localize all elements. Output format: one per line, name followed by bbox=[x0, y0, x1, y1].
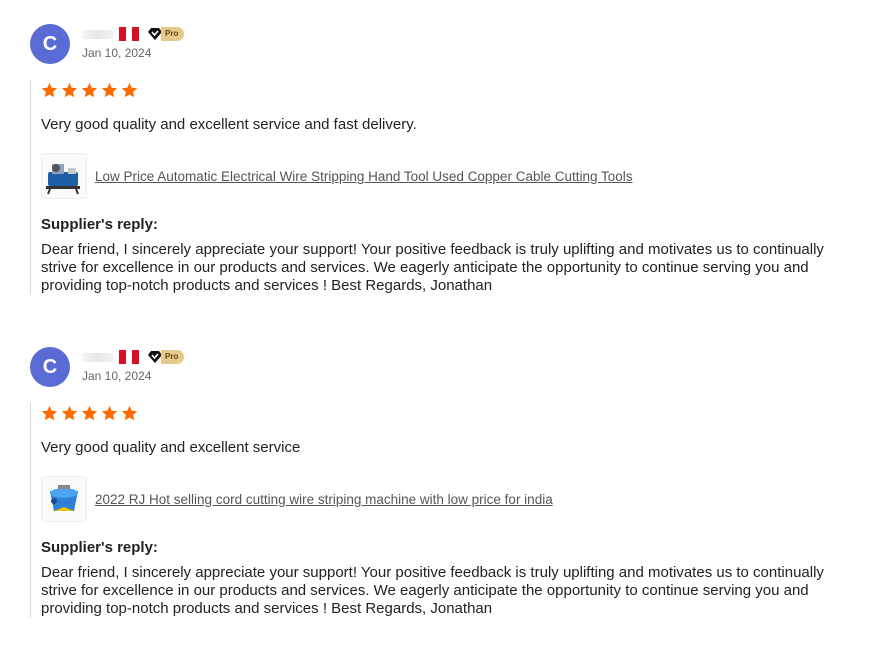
star-icon bbox=[121, 405, 138, 421]
pro-label: Pro bbox=[161, 350, 185, 364]
avatar: C bbox=[30, 24, 70, 64]
review-card: C Pro Jan 10, 2024 Very good quality and… bbox=[0, 0, 895, 323]
star-icon bbox=[101, 405, 118, 421]
supplier-reply-text: Dear friend, I sincerely appreciate your… bbox=[41, 241, 824, 294]
star-rating bbox=[41, 82, 861, 99]
review-body: Very good quality and excellent service … bbox=[30, 403, 861, 618]
star-icon bbox=[81, 82, 98, 98]
pro-label: Pro bbox=[161, 27, 185, 41]
peru-flag-icon bbox=[119, 27, 139, 41]
review-card: C Pro Jan 10, 2024 Very good quality and… bbox=[0, 323, 895, 646]
masked-reviewer-name bbox=[82, 29, 114, 39]
reviewer-name-row: Pro bbox=[82, 26, 185, 42]
supplier-reply-text: Dear friend, I sincerely appreciate your… bbox=[41, 564, 824, 617]
review-date: Jan 10, 2024 bbox=[82, 369, 152, 383]
star-rating bbox=[41, 405, 861, 422]
supplier-reply-title: Supplier's reply: bbox=[41, 539, 158, 556]
star-icon bbox=[121, 82, 138, 98]
star-icon bbox=[41, 405, 58, 421]
star-icon bbox=[81, 405, 98, 421]
supplier-reply: Supplier's reply: Dear friend, I sincere… bbox=[41, 539, 861, 618]
supplier-reply-title: Supplier's reply: bbox=[41, 216, 158, 233]
wire-stripping-machine-icon bbox=[46, 164, 80, 195]
product-title-link[interactable]: 2022 RJ Hot selling cord cutting wire st… bbox=[95, 492, 553, 507]
peru-flag-icon bbox=[119, 350, 139, 364]
star-icon bbox=[61, 405, 78, 421]
star-icon bbox=[41, 82, 58, 98]
product-thumbnail[interactable] bbox=[41, 476, 87, 522]
product-thumbnail[interactable] bbox=[41, 153, 87, 199]
cord-cutting-machine-icon bbox=[50, 485, 78, 511]
reviewer-name-row: Pro bbox=[82, 349, 185, 365]
pro-badge: Pro bbox=[147, 27, 185, 41]
review-text: Very good quality and excellent service … bbox=[41, 116, 417, 133]
review-date: Jan 10, 2024 bbox=[82, 46, 152, 60]
product-link-row[interactable]: 2022 RJ Hot selling cord cutting wire st… bbox=[41, 476, 861, 522]
avatar: C bbox=[30, 347, 70, 387]
product-link-row[interactable]: Low Price Automatic Electrical Wire Stri… bbox=[41, 153, 861, 199]
product-title-link[interactable]: Low Price Automatic Electrical Wire Stri… bbox=[95, 169, 633, 184]
star-icon bbox=[101, 82, 118, 98]
review-body: Very good quality and excellent service … bbox=[30, 80, 861, 295]
masked-reviewer-name bbox=[82, 352, 114, 362]
star-icon bbox=[61, 82, 78, 98]
pro-badge: Pro bbox=[147, 350, 185, 364]
supplier-reply: Supplier's reply: Dear friend, I sincere… bbox=[41, 216, 861, 295]
review-text: Very good quality and excellent service bbox=[41, 439, 301, 456]
